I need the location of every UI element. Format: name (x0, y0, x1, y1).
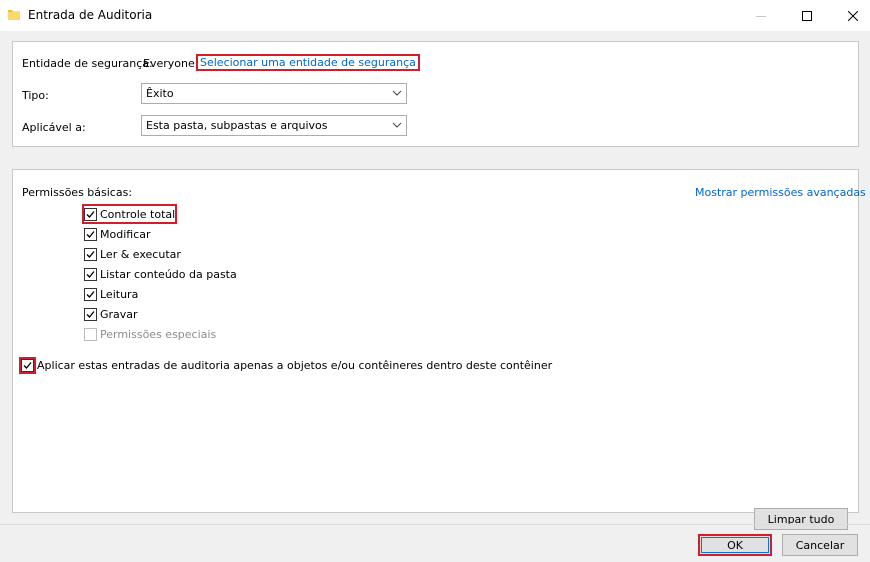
permission-read-execute[interactable]: Ler & executar (84, 246, 181, 262)
permission-label: Permissões especiais (100, 327, 217, 341)
type-label: Tipo: (22, 89, 49, 102)
title-bar[interactable]: Entrada de Auditoria (0, 0, 870, 31)
checkbox[interactable] (84, 227, 97, 241)
apply-only-container-option[interactable]: Aplicar estas entradas de auditoria apen… (19, 356, 553, 374)
ok-button-label: OK (727, 538, 743, 552)
permissions-panel: Permissões básicas: Mostrar permissões a… (12, 169, 866, 530)
applies-to-dropdown[interactable]: Esta pasta, subpastas e arquivos (141, 115, 407, 136)
permission-label: Controle total (100, 207, 176, 221)
clear-all-button[interactable]: Limpar tudo (754, 508, 848, 530)
checkbox (84, 327, 97, 341)
minimize-button[interactable] (738, 0, 784, 31)
footer-divider (0, 524, 870, 525)
applies-to-label: Aplicável a: (22, 121, 86, 134)
permission-label: Ler & executar (100, 247, 181, 261)
checkbox[interactable] (84, 267, 97, 281)
basic-permissions-heading: Permissões básicas: (22, 186, 133, 199)
checkmark-icon (86, 310, 95, 318)
principal-panel: Entidade de segurança: Everyone Selecion… (12, 41, 859, 147)
select-principal-link[interactable]: Selecionar uma entidade de segurança (196, 54, 420, 71)
permission-label: Modificar (100, 227, 151, 241)
checkbox[interactable] (84, 207, 97, 221)
applies-to-dropdown-value: Esta pasta, subpastas e arquivos (146, 119, 328, 132)
permission-label: Gravar (100, 307, 138, 321)
checkmark-icon (86, 230, 95, 238)
ok-button[interactable]: OK (698, 534, 772, 556)
checkmark-icon (86, 290, 95, 298)
permission-modify[interactable]: Modificar (84, 226, 151, 242)
apply-only-label: Aplicar estas entradas de auditoria apen… (37, 358, 553, 372)
checkmark-icon (86, 250, 95, 258)
permission-write[interactable]: Gravar (84, 306, 138, 322)
principal-value: Everyone (143, 57, 195, 70)
permission-label: Leitura (100, 287, 139, 301)
cancel-button[interactable]: Cancelar (782, 534, 858, 556)
permission-full-control[interactable]: Controle total (81, 204, 178, 224)
checkmark-icon (23, 361, 32, 369)
type-dropdown[interactable]: Êxito (141, 83, 407, 104)
maximize-icon (802, 10, 812, 21)
close-button[interactable] (830, 0, 870, 31)
close-icon (848, 10, 858, 21)
checkbox[interactable] (19, 356, 36, 374)
checkmark-icon (86, 270, 95, 278)
window-title: Entrada de Auditoria (28, 8, 153, 22)
permission-label: Listar conteúdo da pasta (100, 267, 237, 281)
checkmark-icon (86, 210, 95, 218)
folder-icon (8, 9, 20, 20)
principal-label: Entidade de segurança: (22, 57, 153, 70)
chevron-down-icon (392, 122, 402, 128)
checkbox[interactable] (84, 247, 97, 261)
permission-special: Permissões especiais (84, 326, 216, 342)
checkbox[interactable] (84, 287, 97, 301)
permission-list-folder[interactable]: Listar conteúdo da pasta (84, 266, 237, 282)
type-dropdown-value: Êxito (146, 87, 174, 100)
chevron-down-icon (392, 90, 402, 96)
checkbox[interactable] (84, 307, 97, 321)
permission-read[interactable]: Leitura (84, 286, 138, 302)
minimize-icon (756, 15, 766, 17)
show-advanced-permissions-link[interactable]: Mostrar permissões avançadas (695, 186, 866, 199)
maximize-button[interactable] (784, 0, 830, 31)
